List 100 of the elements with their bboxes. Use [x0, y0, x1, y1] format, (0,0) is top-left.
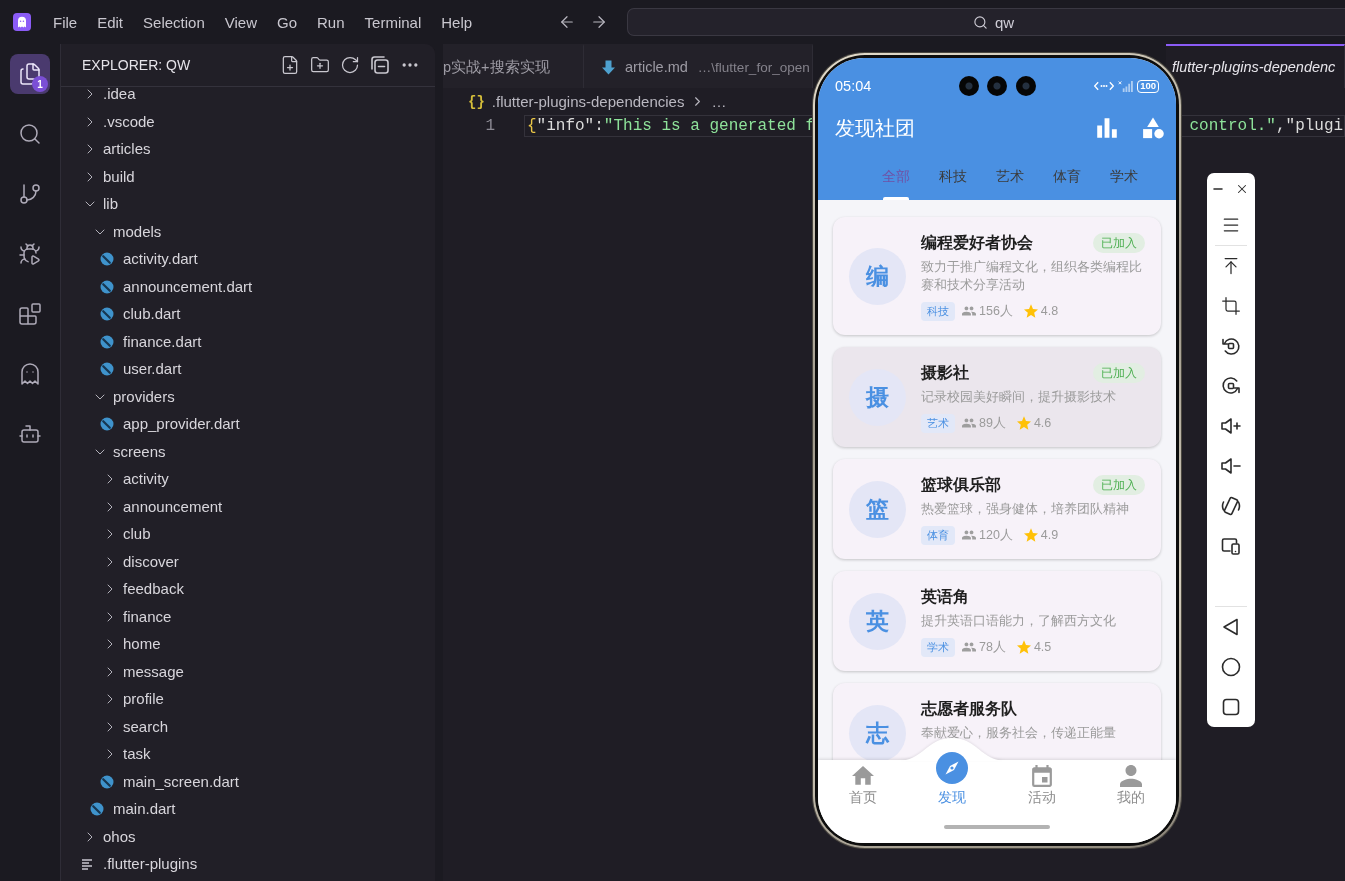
menu-item[interactable]: Selection: [133, 7, 215, 37]
people-icon: [962, 642, 976, 652]
folder-name[interactable]: lib: [103, 195, 118, 213]
editor-tab[interactable]: flutter-plugins-dependenc: [1166, 44, 1345, 88]
nav-item[interactable]: 活动: [997, 760, 1087, 806]
explorer-title: EXPLORER: QW: [82, 57, 191, 73]
category-tab[interactable]: 体育: [1038, 142, 1095, 200]
breadcrumb-item[interactable]: .flutter-plugins-dependencies: [491, 93, 685, 110]
rating-value: 4.6: [1033, 416, 1052, 430]
shapes-icon[interactable]: [1142, 117, 1164, 139]
club-avatar: 篮: [849, 481, 906, 539]
folder-name[interactable]: finance: [123, 607, 172, 626]
file-name[interactable]: activity.dart: [123, 250, 198, 268]
member-count: 156人: [979, 302, 1013, 320]
refresh-icon[interactable]: [340, 55, 360, 75]
file-name[interactable]: user.dart: [123, 360, 182, 378]
json-icon: {}: [468, 93, 485, 110]
file-name[interactable]: .flutter-plugins: [103, 855, 198, 873]
rotate-left-icon[interactable]: [1221, 336, 1241, 356]
file-name[interactable]: main.dart: [113, 800, 176, 818]
battery-indicator: 100: [1137, 79, 1159, 93]
square-icon[interactable]: [1221, 697, 1241, 717]
folder-name[interactable]: providers: [113, 387, 175, 406]
folder-name[interactable]: profile: [123, 690, 164, 708]
folder-name[interactable]: announcement: [123, 497, 223, 516]
rotate-right-icon[interactable]: [1221, 376, 1241, 396]
editor-tab[interactable]: article.md …\flutter_for_open: [584, 44, 813, 88]
file-name[interactable]: finance.dart: [123, 332, 202, 351]
menu-item[interactable]: File: [43, 7, 88, 37]
folder-name[interactable]: task: [123, 745, 151, 763]
file-type-icon: [100, 279, 114, 294]
devices-icon[interactable]: [1221, 536, 1241, 556]
folder-name[interactable]: articles: [103, 140, 151, 158]
club-avatar: 志: [849, 705, 906, 760]
file-name[interactable]: club.dart: [123, 305, 181, 323]
app-title: 发现社团: [835, 116, 915, 141]
command-center-search[interactable]: qw: [627, 8, 1345, 36]
club-avatar: 英: [849, 593, 906, 651]
menu-item[interactable]: Go: [267, 7, 307, 37]
menu-item[interactable]: Terminal: [354, 7, 432, 37]
volume-down-icon[interactable]: [1221, 456, 1241, 476]
club-card[interactable]: 英 英语角 提升英语口语能力，了解西方文化 学术 78人 4.5: [833, 571, 1161, 671]
breadcrumb-item[interactable]: …: [711, 93, 727, 110]
club-card[interactable]: 志 志愿者服务队 奉献爱心，服务社会，传递正能量: [833, 683, 1161, 760]
folder-name[interactable]: message: [123, 662, 184, 681]
member-count: 89人: [979, 414, 1006, 432]
editor-tab[interactable]: p实战+搜索实现: [443, 44, 584, 88]
folder-name[interactable]: screens: [113, 442, 166, 461]
blocks-icon: [18, 302, 42, 326]
shake-phone-icon[interactable]: [1221, 496, 1241, 516]
file-name[interactable]: announcement.dart: [123, 277, 253, 296]
club-avatar: 摄: [849, 369, 906, 427]
line-number: 1: [484, 116, 495, 137]
collapse-all-icon[interactable]: [370, 55, 390, 75]
folder-name[interactable]: search: [123, 717, 169, 736]
rating-value: 4.5: [1033, 640, 1052, 654]
folder-name[interactable]: build: [103, 167, 135, 186]
activity-bar-button[interactable]: 1: [10, 54, 50, 94]
rating-value: 4.8: [1040, 304, 1059, 318]
category-tab[interactable]: 科技: [924, 142, 981, 200]
bar-chart-icon[interactable]: [1096, 117, 1118, 139]
club-card[interactable]: 编 编程爱好者协会 已加入 致力于推广编程文化，组织各类编程比赛和技术分享活动 科技 156人 4.8: [833, 217, 1161, 335]
club-name: 编程爱好者协会: [921, 232, 1033, 253]
new-file-icon[interactable]: [280, 55, 300, 75]
folder-name[interactable]: ohos: [103, 827, 136, 846]
category-tab[interactable]: 学术: [1095, 142, 1152, 200]
home-circle-icon[interactable]: [1221, 657, 1241, 677]
folder-name[interactable]: feedback: [123, 580, 184, 598]
back-triangle-icon[interactable]: [1221, 617, 1241, 637]
menu-item[interactable]: Run: [307, 7, 355, 37]
home-icon: [851, 765, 874, 787]
search-icon: [18, 122, 42, 146]
club-description: 致力于推广编程文化，组织各类编程比赛和技术分享活动: [921, 259, 1143, 294]
category-tag: 艺术: [921, 413, 955, 433]
ghost-icon: [18, 362, 42, 386]
menu-item[interactable]: Edit: [87, 7, 134, 37]
close-icon[interactable]: [1235, 182, 1249, 196]
folder-name[interactable]: models: [113, 222, 162, 241]
folder-name[interactable]: discover: [123, 552, 179, 571]
folder-name[interactable]: activity: [123, 470, 169, 488]
folder-name[interactable]: .vscode: [103, 112, 155, 131]
nav-item[interactable]: 首页: [818, 760, 908, 806]
file-name[interactable]: app_provider.dart: [123, 415, 240, 433]
folder-name[interactable]: home: [123, 635, 161, 653]
badge-count: 1: [32, 76, 48, 92]
code-text: control.","plugi: [1189, 116, 1344, 136]
crop-icon[interactable]: [1221, 296, 1241, 316]
folder-name[interactable]: club: [123, 525, 151, 543]
category-tab[interactable]: 艺术: [981, 142, 1038, 200]
club-card[interactable]: 摄 摄影社 已加入 记录校园美好瞬间，提升摄影技术 艺术 89人 4.6: [833, 347, 1161, 447]
file-name[interactable]: main_screen.dart: [123, 772, 239, 791]
folder-name[interactable]: .idea: [103, 87, 136, 103]
club-card[interactable]: 篮 篮球俱乐部 已加入 热爱篮球，强身健体，培养团队精神 体育 120人 4.9: [833, 459, 1161, 559]
joined-badge: 已加入: [1093, 233, 1145, 253]
volume-up-icon[interactable]: [1221, 416, 1241, 436]
new-folder-icon[interactable]: [310, 55, 330, 75]
menu-item[interactable]: Help: [431, 7, 483, 37]
club-avatar: 编: [849, 248, 906, 306]
people-icon: [962, 530, 976, 540]
menu-item[interactable]: View: [214, 7, 267, 37]
